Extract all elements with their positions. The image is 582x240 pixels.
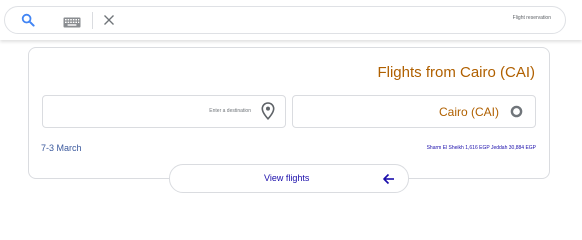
search-input[interactable]: Flight reservation	[513, 15, 551, 21]
card-title[interactable]: Flights from Cairo (CAI)	[377, 64, 535, 81]
close-icon[interactable]	[102, 13, 116, 27]
destination-placeholder: Enter a destination	[209, 108, 251, 114]
keyboard-icon[interactable]	[63, 15, 81, 28]
flights-page: Flight reservation Flights from Cairo (C…	[0, 0, 582, 200]
search-bar[interactable]: Flight reservation	[4, 6, 566, 34]
location-pin-icon	[261, 102, 275, 120]
arrow-left-icon	[382, 172, 395, 185]
destination-field[interactable]: Enter a destination	[42, 95, 286, 128]
search-icon[interactable]	[21, 13, 35, 27]
origin-field[interactable]: Cairo (CAI)	[292, 95, 536, 128]
flights-card: Flights from Cairo (CAI) Enter a destina…	[28, 47, 550, 179]
search-divider	[92, 12, 93, 29]
origin-value: Cairo (CAI)	[438, 105, 499, 119]
view-flights-label: View flights	[264, 173, 310, 183]
price-summary-overflow	[376, 151, 536, 153]
origin-ring-icon	[510, 105, 523, 118]
search-header: Flight reservation	[0, 0, 582, 40]
view-flights-button[interactable]: View flights	[169, 164, 409, 193]
price-summary[interactable]: Sharm El Sheikh 1,616 EGP Jeddah 30,884 …	[376, 145, 536, 157]
date-range[interactable]: 7-3 March	[41, 143, 82, 153]
